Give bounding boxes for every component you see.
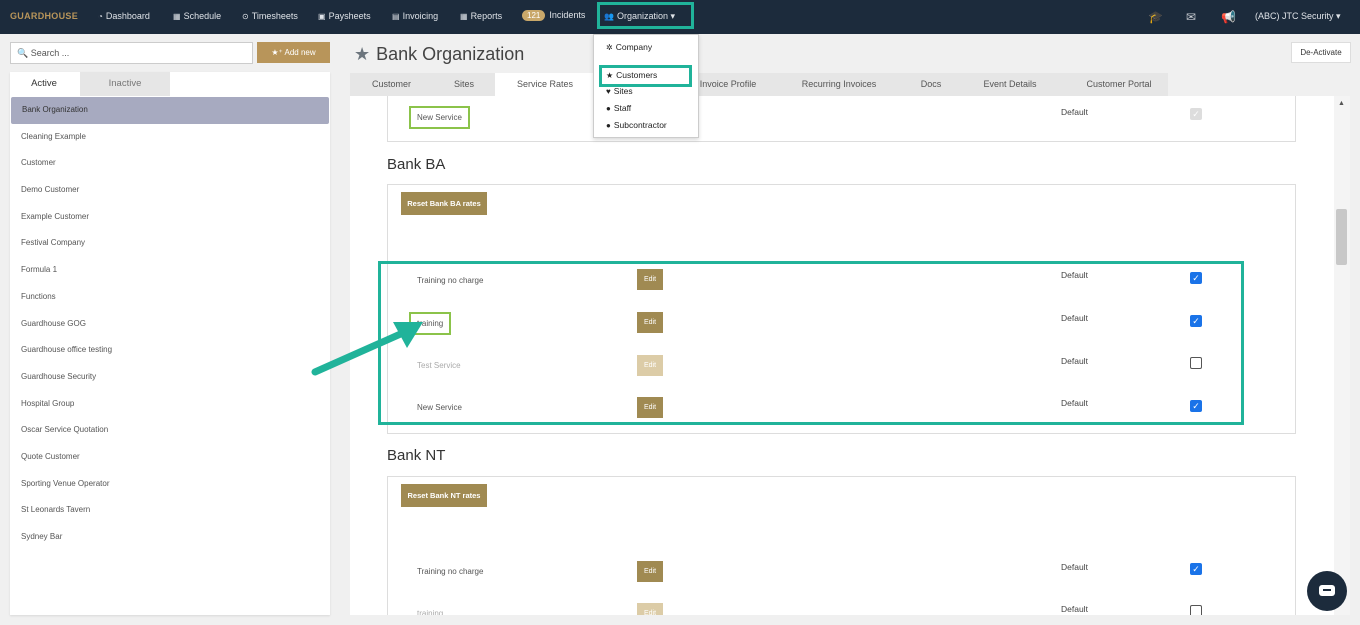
money-icon: ▣ (318, 12, 326, 21)
service-name: training (417, 609, 444, 615)
customer-list-item[interactable]: Functions (10, 284, 330, 311)
tab-invoice-profile[interactable]: Invoice Profile (690, 73, 766, 96)
tab-recurring-invoices[interactable]: Recurring Invoices (766, 73, 912, 96)
reports-icon: ▦ (460, 12, 468, 21)
top-navbar: GUARDHOUSE ◔ Dashboard ▦ Schedule ⊙ Timeshe… (0, 0, 1360, 34)
customer-list: Bank Organization Cleaning Example Custo… (10, 97, 330, 551)
scroll-up-icon[interactable]: ▲ (1338, 100, 1345, 107)
service-name: Training no charge (417, 567, 484, 576)
content-scrollbar[interactable]: ▲ (1334, 96, 1350, 615)
tab-customer[interactable]: Customer (350, 73, 433, 96)
default-checkbox[interactable]: ✓ (1190, 108, 1202, 120)
customer-list-item[interactable]: Hospital Group (10, 391, 330, 418)
default-checkbox[interactable]: ✓ (1190, 563, 1202, 575)
customers-highlight-box (599, 65, 692, 87)
chat-icon (1319, 585, 1335, 596)
customer-list-item[interactable]: Quote Customer (10, 444, 330, 471)
organization-dropdown: ✲ Company ★ Customers ♥ Sites ● Staff ● Subco… (593, 34, 699, 138)
add-new-button[interactable]: ★⁺ Add new (257, 42, 330, 63)
tab-docs[interactable]: Docs (912, 73, 950, 96)
annotation-arrow-icon (311, 322, 423, 376)
customer-sidebar: Active Inactive Bank Organization Cleani… (10, 72, 330, 615)
tab-customer-portal[interactable]: Customer Portal (1070, 73, 1168, 96)
customer-list-item[interactable]: Festival Company (10, 230, 330, 257)
nav-reports[interactable]: ▦ Reports (460, 11, 502, 21)
map-marker-icon: ♥ (606, 87, 611, 96)
envelope-icon[interactable]: ✉ (1186, 10, 1196, 24)
edit-button[interactable]: Edit (637, 603, 663, 615)
page-title: ★ Bank Organization (354, 44, 525, 64)
service-name: New Service (409, 106, 470, 129)
nav-schedule[interactable]: ▦ Schedule (173, 11, 221, 21)
customer-list-item[interactable]: Oscar Service Quotation (10, 417, 330, 444)
dashboard-icon: ◔ (98, 12, 103, 21)
incidents-count-badge: 121 (522, 10, 546, 21)
default-checkbox[interactable] (1190, 605, 1202, 615)
default-label: Default (1061, 107, 1088, 117)
nav-timesheets[interactable]: ⊙ Timesheets (242, 11, 298, 21)
clock-icon: ⊙ (242, 12, 249, 21)
dropdown-item-staff[interactable]: ● Staff (606, 103, 631, 113)
deactivate-button[interactable]: De-Activate (1291, 42, 1351, 63)
customer-list-item[interactable]: Sporting Venue Operator (10, 471, 330, 498)
customer-list-item[interactable]: Customer (10, 150, 330, 177)
default-label: Default (1061, 562, 1088, 572)
dropdown-item-subcontractor[interactable]: ● Subcontractor (606, 120, 667, 130)
reset-rates-button[interactable]: Reset Bank NT rates (401, 484, 487, 507)
edit-button[interactable]: Edit (637, 561, 663, 582)
customer-list-item[interactable]: Guardhouse GOG (10, 311, 330, 338)
section-title: Bank BA (387, 156, 446, 173)
nav-paysheets[interactable]: ▣ Paysheets (318, 11, 371, 21)
guardhouse-logo[interactable]: GUARDHOUSE (10, 11, 78, 21)
rates-panel-bank-nt: Reset Bank NT rates Training no charge E… (387, 476, 1296, 615)
nav-incidents[interactable]: 121 Incidents (522, 10, 585, 21)
nav-invoicing[interactable]: ▤ Invoicing (392, 11, 438, 21)
tab-active[interactable]: Active (10, 72, 78, 96)
tab-sites[interactable]: Sites (433, 73, 495, 96)
customer-list-item[interactable]: Guardhouse office testing (10, 337, 330, 364)
star-icon: ★ (354, 44, 371, 64)
user-icon: ● (606, 104, 611, 113)
customer-list-item[interactable]: Sydney Bar (10, 524, 330, 551)
customer-list-item[interactable]: St Leonards Tavern (10, 497, 330, 524)
account-menu[interactable]: (ABC) JTC Security ▾ (1255, 11, 1341, 22)
gear-icon: ✲ (606, 43, 613, 52)
graduation-cap-icon[interactable]: 🎓 (1148, 10, 1163, 24)
organization-highlight-box (597, 2, 694, 29)
calendar-icon: ▦ (173, 12, 181, 21)
customer-list-item[interactable]: Guardhouse Security (10, 364, 330, 391)
search-icon: 🔍 (17, 48, 29, 58)
section-title: Bank NT (387, 447, 446, 464)
bullhorn-icon[interactable]: 📢 (1221, 10, 1236, 24)
tab-inactive[interactable]: Inactive (80, 72, 170, 96)
nav-dashboard[interactable]: ◔ Dashboard (98, 11, 150, 21)
customer-list-item[interactable]: Demo Customer (10, 177, 330, 204)
default-label: Default (1061, 604, 1088, 614)
rates-highlight-box (378, 261, 1244, 425)
tab-service-rates[interactable]: Service Rates (495, 73, 595, 96)
reset-rates-button[interactable]: Reset Bank BA rates (401, 192, 487, 215)
invoice-icon: ▤ (392, 12, 400, 21)
customer-list-item[interactable]: Formula 1 (10, 257, 330, 284)
dropdown-item-company[interactable]: ✲ Company (606, 42, 652, 52)
customer-search-input[interactable]: 🔍 Search ... (10, 42, 253, 64)
chat-widget-button[interactable] (1307, 571, 1347, 611)
customer-list-item[interactable]: Bank Organization (11, 97, 329, 124)
tab-event-details[interactable]: Event Details (950, 73, 1070, 96)
customer-tabs: Customer Sites Service Rates Invoice Pro… (350, 73, 1350, 96)
scrollbar-thumb[interactable] (1336, 209, 1347, 265)
dropdown-item-sites[interactable]: ♥ Sites (606, 86, 633, 96)
rates-panel-top: New Service Default ✓ (387, 96, 1296, 142)
user-icon: ● (606, 121, 611, 130)
customer-list-item[interactable]: Example Customer (10, 204, 330, 231)
customer-list-item[interactable]: Cleaning Example (10, 124, 330, 151)
